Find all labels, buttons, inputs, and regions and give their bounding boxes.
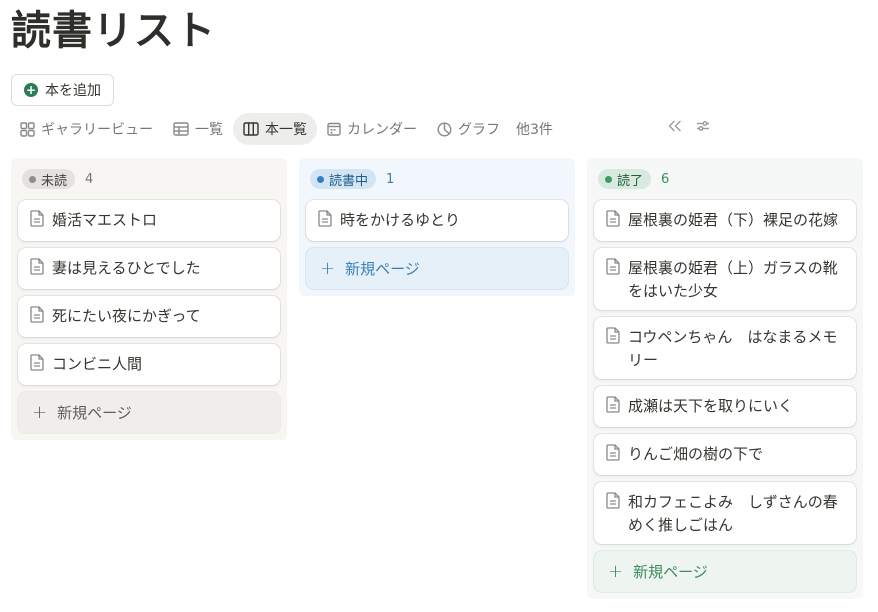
page-title: 読書リスト — [11, 8, 216, 54]
board-card[interactable]: コウペンちゃん はなまるメモリー — [594, 317, 856, 379]
page-icon — [30, 354, 44, 371]
status-dot-icon — [605, 175, 612, 183]
board-card[interactable]: 妻は見えるひとでした — [18, 248, 280, 289]
board-column-finished: 読了 6 屋根裏の姫君（下）裸足の花嫁 屋根裏の姫君（上）ガラスの靴をはいた少女… — [587, 158, 863, 599]
new-page-button[interactable]: + 新規ページ — [306, 248, 568, 289]
tab-label: ギャラリービュー — [41, 122, 153, 138]
page-icon — [30, 210, 44, 227]
status-badge: 読了 — [598, 169, 652, 189]
add-book-label: 本を追加 — [45, 83, 101, 99]
card-title: 屋根裏の姫君（上）ガラスの靴をはいた少女 — [628, 259, 838, 300]
board-card[interactable]: 屋根裏の姫君（下）裸足の花嫁 — [594, 200, 856, 241]
page-icon — [606, 444, 620, 461]
tab-gallery[interactable]: ギャラリービュー — [10, 113, 163, 145]
board-card[interactable]: 死にたい夜にかぎって — [18, 296, 280, 337]
plus-icon: + — [320, 257, 336, 279]
page-icon — [30, 306, 44, 323]
page-icon — [606, 492, 620, 509]
page-icon — [606, 210, 620, 227]
column-count: 4 — [85, 171, 94, 187]
board-column-reading: 読書中 1 時をかけるゆとり + 新規ページ — [299, 158, 575, 296]
column-count: 1 — [386, 171, 395, 187]
board-card[interactable]: りんご畑の樹の下で — [594, 434, 856, 475]
status-dot-icon — [317, 175, 324, 183]
plus-icon: + — [608, 560, 624, 582]
tab-calendar[interactable]: カレンダー — [317, 113, 427, 145]
gallery-icon — [20, 121, 35, 137]
new-page-label: 新規ページ — [633, 563, 708, 581]
page-icon — [606, 258, 620, 275]
board-card[interactable]: 時をかけるゆとり — [306, 200, 568, 241]
card-title: りんご畑の樹の下で — [628, 445, 764, 463]
tab-label: 本一覧 — [265, 122, 307, 138]
double-chevron-left-icon[interactable] — [668, 120, 682, 132]
status-badge: 読書中 — [310, 169, 377, 189]
plus-circle-icon: + — [24, 83, 38, 97]
tab-label: グラフ — [458, 122, 500, 138]
status-label: 未読 — [41, 173, 68, 189]
new-page-button[interactable]: + 新規ページ — [594, 551, 856, 592]
sliders-icon[interactable] — [696, 120, 710, 132]
page-icon — [606, 327, 620, 344]
board-icon — [243, 122, 259, 136]
table-icon — [173, 122, 189, 136]
status-label: 読了 — [617, 173, 644, 189]
board-card[interactable]: 屋根裏の姫君（上）ガラスの靴をはいた少女 — [594, 248, 856, 310]
card-title: コンビニ人間 — [52, 355, 143, 373]
tab-board[interactable]: 本一覧 — [233, 113, 317, 145]
column-header: 未読 4 — [18, 166, 280, 192]
calendar-icon — [327, 122, 341, 136]
card-title: 死にたい夜にかぎって — [52, 307, 201, 325]
view-tools — [668, 120, 710, 132]
view-tabs: ギャラリービュー 一覧 本一覧 カレンダー グラフ 他3件 — [10, 113, 559, 145]
page-icon — [606, 396, 620, 413]
status-dot-icon — [29, 175, 36, 183]
board-card[interactable]: コンビニ人間 — [18, 344, 280, 385]
board-card[interactable]: 成瀬は天下を取りにいく — [594, 386, 856, 427]
new-page-button[interactable]: + 新規ページ — [18, 392, 280, 433]
status-label: 読書中 — [329, 173, 369, 189]
plus-icon: + — [32, 401, 48, 423]
card-title: コウペンちゃん はなまるメモリー — [628, 328, 838, 369]
column-header: 読了 6 — [594, 166, 856, 192]
status-badge: 未読 — [22, 169, 76, 189]
board-card[interactable]: 婚活マエストロ — [18, 200, 280, 241]
new-page-label: 新規ページ — [57, 404, 132, 422]
chart-icon — [437, 121, 452, 137]
tab-table[interactable]: 一覧 — [163, 113, 233, 145]
card-title: 時をかけるゆとり — [340, 211, 461, 229]
tab-chart[interactable]: グラフ — [427, 113, 510, 145]
board-card[interactable]: 和カフェこよみ しずさんの春めく推しごはん — [594, 482, 856, 544]
more-views-button[interactable]: 他3件 — [510, 119, 559, 139]
board-column-unread: 未読 4 婚活マエストロ 妻は見えるひとでした 死にたい夜にかぎって コンビニ人… — [11, 158, 287, 440]
column-header: 読書中 1 — [306, 166, 568, 192]
page-icon — [318, 210, 332, 227]
card-title: 和カフェこよみ しずさんの春めく推しごはん — [628, 493, 838, 534]
card-title: 成瀬は天下を取りにいく — [628, 397, 794, 415]
new-page-label: 新規ページ — [345, 260, 420, 278]
column-count: 6 — [661, 171, 670, 187]
tab-label: カレンダー — [347, 122, 417, 138]
tab-label: 一覧 — [195, 122, 223, 138]
add-book-button[interactable]: + 本を追加 — [11, 74, 114, 106]
card-title: 婚活マエストロ — [52, 211, 158, 229]
card-title: 屋根裏の姫君（下）裸足の花嫁 — [628, 211, 839, 229]
page-icon — [30, 258, 44, 275]
card-title: 妻は見えるひとでした — [52, 259, 201, 277]
